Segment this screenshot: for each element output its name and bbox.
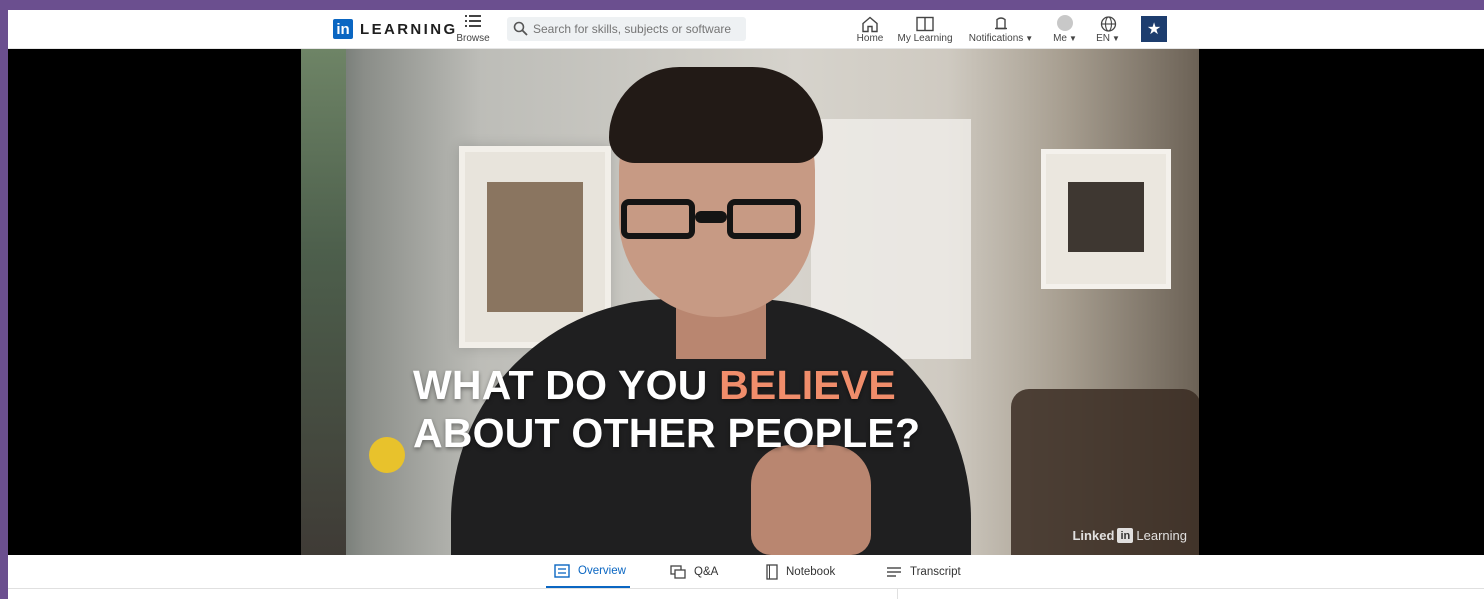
tab-notebook-label: Notebook bbox=[786, 566, 836, 578]
nav-language[interactable]: EN ▼ bbox=[1092, 15, 1124, 44]
browse-button[interactable]: Browse bbox=[453, 14, 493, 44]
avatar bbox=[1057, 15, 1073, 31]
caption-line-2: ABOUT OTHER PEOPLE? bbox=[413, 410, 921, 456]
caption-line-1-prefix: WHAT DO YOU bbox=[413, 362, 708, 408]
logo-text: LEARNING bbox=[360, 20, 458, 38]
caption-highlight: BELIEVE bbox=[719, 362, 896, 408]
caption-line-1: WHAT DO YOU BELIEVE bbox=[413, 361, 1033, 409]
chevron-down-icon: ▼ bbox=[1025, 34, 1034, 43]
tab-overview-label: Overview bbox=[578, 565, 626, 577]
chevron-down-icon: ▼ bbox=[1111, 34, 1120, 43]
list-icon bbox=[465, 15, 481, 27]
top-navigation: in LEARNING Browse Home bbox=[8, 10, 1484, 49]
browse-label: Browse bbox=[456, 33, 490, 44]
notebook-icon bbox=[766, 564, 778, 580]
tab-qa[interactable]: Q&A bbox=[670, 556, 718, 588]
tab-transcript[interactable]: Transcript bbox=[886, 556, 961, 588]
tab-notebook[interactable]: Notebook bbox=[766, 556, 835, 588]
globe-icon bbox=[1100, 16, 1116, 32]
video-frame[interactable]: WHAT DO YOU BELIEVE ABOUT OTHER PEOPLE? … bbox=[301, 49, 1199, 555]
search-icon bbox=[513, 21, 528, 36]
nav-home-label: Home bbox=[856, 33, 884, 44]
nav-home[interactable]: Home bbox=[854, 15, 886, 44]
tab-transcript-label: Transcript bbox=[910, 566, 961, 578]
nav-me[interactable]: Me ▼ bbox=[1048, 15, 1082, 44]
home-icon bbox=[862, 16, 878, 33]
search-bar[interactable] bbox=[507, 17, 746, 41]
tab-content-area bbox=[8, 589, 1484, 599]
browser-viewport: in LEARNING Browse Home bbox=[8, 10, 1484, 599]
chevron-down-icon: ▼ bbox=[1068, 34, 1077, 43]
nav-notifications-label: Notifications bbox=[968, 33, 1024, 44]
linkedin-in-icon: in bbox=[1117, 528, 1134, 543]
video-player[interactable]: WHAT DO YOU BELIEVE ABOUT OTHER PEOPLE? … bbox=[8, 49, 1484, 555]
nav-language-label: EN bbox=[1096, 33, 1110, 44]
column-divider bbox=[897, 589, 898, 599]
presenter-hair bbox=[609, 67, 823, 163]
linkedin-in-icon: in bbox=[333, 19, 353, 39]
rubber-duck bbox=[369, 437, 405, 473]
tab-qa-label: Q&A bbox=[694, 566, 719, 578]
presenter-hand bbox=[751, 445, 871, 555]
presenter-glasses bbox=[621, 199, 801, 239]
linkedin-learning-watermark: Linked in Learning bbox=[1072, 528, 1187, 543]
linkedin-learning-logo[interactable]: in LEARNING bbox=[333, 19, 458, 39]
book-icon bbox=[916, 16, 934, 32]
transcript-icon bbox=[887, 567, 901, 577]
chat-bubbles-icon bbox=[670, 565, 686, 579]
search-input[interactable] bbox=[507, 21, 745, 37]
tab-overview[interactable]: Overview bbox=[546, 556, 630, 588]
nav-my-learning[interactable]: My Learning bbox=[896, 15, 954, 44]
content-tabs: Overview Q&A Notebook Transcript bbox=[8, 556, 1484, 589]
nav-notifications[interactable]: Notifications ▼ bbox=[966, 15, 1036, 44]
background-plant bbox=[301, 49, 346, 555]
nav-me-label: Me bbox=[1053, 33, 1067, 44]
bell-icon bbox=[995, 17, 1007, 30]
nav-my-learning-label: My Learning bbox=[897, 33, 953, 44]
background-picture-frame bbox=[1041, 149, 1171, 289]
video-caption: WHAT DO YOU BELIEVE ABOUT OTHER PEOPLE? bbox=[413, 361, 1033, 457]
organization-star-icon[interactable]: ★ bbox=[1141, 16, 1167, 42]
overview-icon bbox=[554, 564, 570, 578]
